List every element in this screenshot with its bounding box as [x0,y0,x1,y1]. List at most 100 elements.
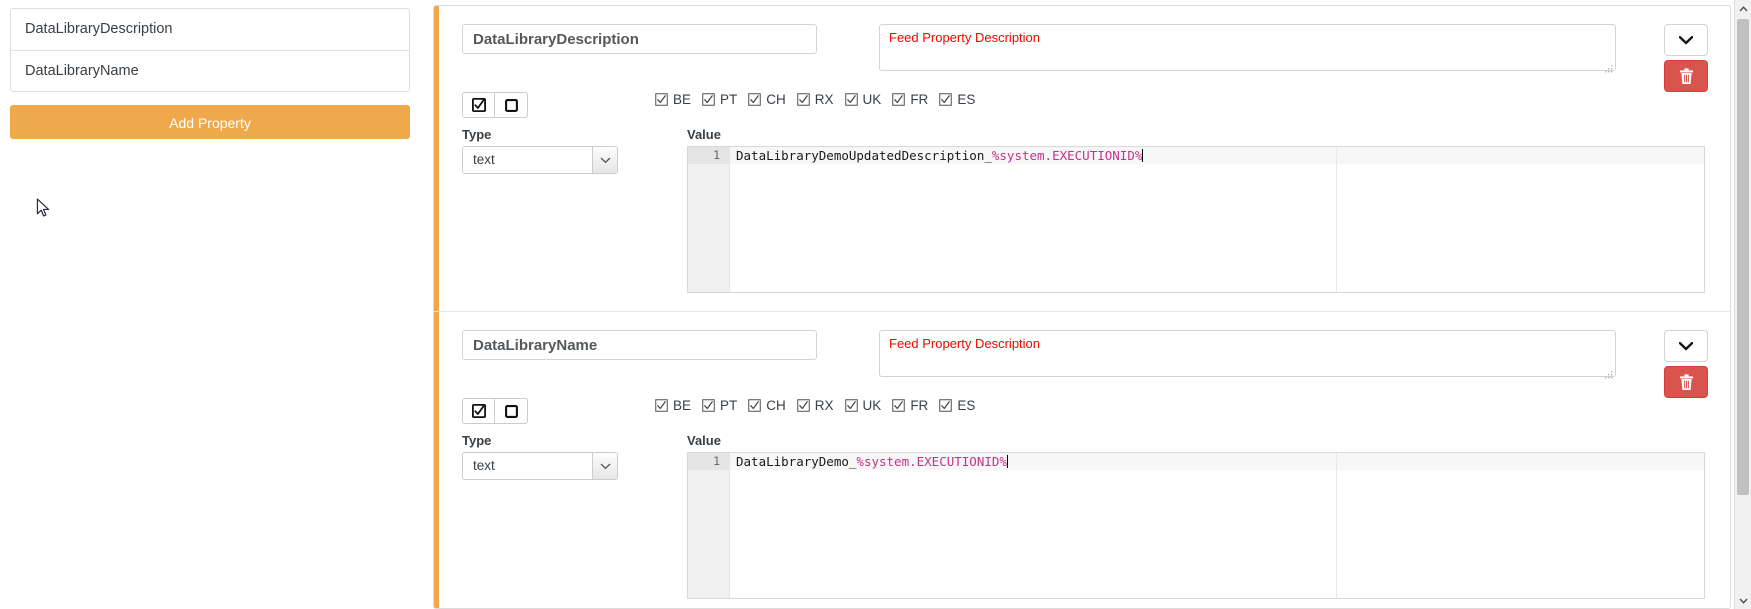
checkbox-checked-icon [844,93,858,106]
section-actions-1 [1664,24,1708,92]
text-caret [1142,149,1144,162]
value-code-editor[interactable]: 1 DataLibraryDemoUpdatedDescription_%sys… [687,146,1705,293]
market-label: CH [766,398,786,413]
market-checkbox-ch[interactable]: CH [748,398,786,413]
text-caret [1006,455,1008,468]
checkbox-checked-icon [702,399,715,412]
market-checkbox-pt[interactable]: PT [702,92,737,107]
type-select[interactable]: text [462,146,618,174]
checkbox-checked-icon [748,93,762,106]
checkbox-checked-icon [797,93,810,106]
property-list: DataLibraryDescription DataLibraryName [10,8,410,92]
toggle-empty-button[interactable] [495,92,528,118]
type-select-arrow-button[interactable] [592,453,617,479]
scroll-up-button[interactable] [1735,0,1751,17]
market-checkbox-uk[interactable]: UK [844,92,882,107]
property-name-input[interactable] [462,330,817,360]
delete-property-button[interactable] [1664,366,1708,398]
trash-icon [1679,67,1693,84]
market-checkbox-uk[interactable]: UK [844,398,881,413]
market-checkbox-es[interactable]: ES [939,398,975,413]
vertical-scrollbar[interactable] [1734,0,1751,609]
visibility-toggle-group [462,92,542,118]
checkbox-empty-icon [504,404,518,418]
code-variable-token: %system.EXECUTIONID% [856,454,1007,469]
checkbox-checked-icon [939,93,953,106]
property-value-row: Type text Value [462,433,1730,599]
market-label: PT [720,398,738,413]
market-checkbox-es[interactable]: ES [939,92,975,107]
property-sidebar: DataLibraryDescription DataLibraryName A… [0,0,420,609]
code-plain-text: DataLibraryDemoUpdatedDescription_ [736,148,992,163]
code-body[interactable]: DataLibraryDemoUpdatedDescription_%syste… [730,147,1704,292]
chevron-up-icon [1738,5,1748,12]
code-body[interactable]: DataLibraryDemo_%system.EXECUTIONID% [730,453,1704,598]
type-select[interactable]: text [462,452,618,480]
code-print-margin [1336,453,1337,598]
property-description-textarea[interactable] [879,330,1616,377]
checkbox-checked-icon [655,399,668,412]
sidebar-item-datalibraryname[interactable]: DataLibraryName [11,50,409,91]
checkbox-checked-icon [939,399,953,412]
property-detail-panel: BE PT [420,0,1751,609]
market-checkbox-fr[interactable]: FR [892,92,928,107]
code-print-margin [1336,147,1337,292]
add-property-button[interactable]: Add Property [10,105,410,139]
value-label: Value [687,433,721,448]
checkbox-empty-icon [504,98,518,112]
checkbox-checked-icon [797,399,810,412]
app-root: DataLibraryDescription DataLibraryName A… [0,0,1751,609]
checkbox-checked-icon [702,93,715,106]
code-plain-text: DataLibraryDemo_ [736,454,857,469]
checkbox-checked-icon [471,404,486,418]
type-label: Type [462,433,492,448]
chevron-down-icon [1679,341,1693,351]
scrollbar-thumb[interactable] [1737,19,1749,495]
trash-icon [1679,373,1693,390]
property-description-textarea[interactable] [879,24,1616,71]
scroll-down-button[interactable] [1735,592,1751,609]
market-label: RX [814,398,834,413]
chevron-down-icon [600,157,610,163]
type-select-arrow-button[interactable] [592,147,617,173]
section-actions-2 [1664,330,1708,398]
value-code-editor[interactable]: 1 DataLibraryDemo_%system.EXECUTIONID% [687,452,1705,599]
code-line-1: DataLibraryDemo_%system.EXECUTIONID% [730,453,1704,470]
market-checkbox-be[interactable]: BE [655,92,691,107]
chevron-down-icon [600,463,610,469]
checkbox-checked-icon [471,98,486,112]
market-checkbox-be[interactable]: BE [655,398,691,413]
checkbox-checked-icon [844,399,858,412]
code-gutter: 1 [688,147,730,292]
collapse-toggle-button[interactable] [1664,330,1708,362]
property-section-2: BE PT [434,311,1730,608]
market-checkbox-fr[interactable]: FR [892,398,928,413]
property-options-row: BE PT CH RX UK FR ES [462,398,1730,424]
market-checkbox-rx[interactable]: RX [797,92,834,107]
toggle-checked-button[interactable] [462,92,495,118]
toggle-empty-button[interactable] [495,398,528,424]
code-variable-token: %system.EXECUTIONID% [991,148,1143,163]
code-line-number: 1 [688,453,729,470]
toggle-checked-button[interactable] [462,398,495,424]
sidebar-item-datalibrarydescription[interactable]: DataLibraryDescription [11,9,409,50]
collapse-toggle-button[interactable] [1664,24,1708,56]
market-checkbox-rx[interactable]: RX [797,398,834,413]
value-column: Value 1 DataLibraryDemo_%system.EXECUTIO… [687,433,1730,599]
market-label: BE [673,398,692,413]
property-options-row: BE PT CH RX UK FR ES [462,92,1730,118]
code-line-1: DataLibraryDemoUpdatedDescription_%syste… [730,147,1704,164]
market-checkbox-ch[interactable]: CH [748,92,786,107]
value-column: Value 1 DataLibraryDemoUpdatedDescriptio… [687,127,1730,293]
market-label: UK [862,92,882,107]
checkbox-checked-icon [892,399,906,412]
property-list-item-label: DataLibraryName [25,63,139,79]
market-checkbox-list-2: BE PT CH RX UK FR ES [655,398,986,413]
property-header-row [462,330,1730,382]
code-line-number: 1 [688,147,729,164]
property-name-input[interactable] [462,24,817,54]
delete-property-button[interactable] [1664,60,1708,92]
market-checkbox-pt[interactable]: PT [702,398,737,413]
market-label: FR [910,92,929,107]
type-label: Type [462,127,492,142]
